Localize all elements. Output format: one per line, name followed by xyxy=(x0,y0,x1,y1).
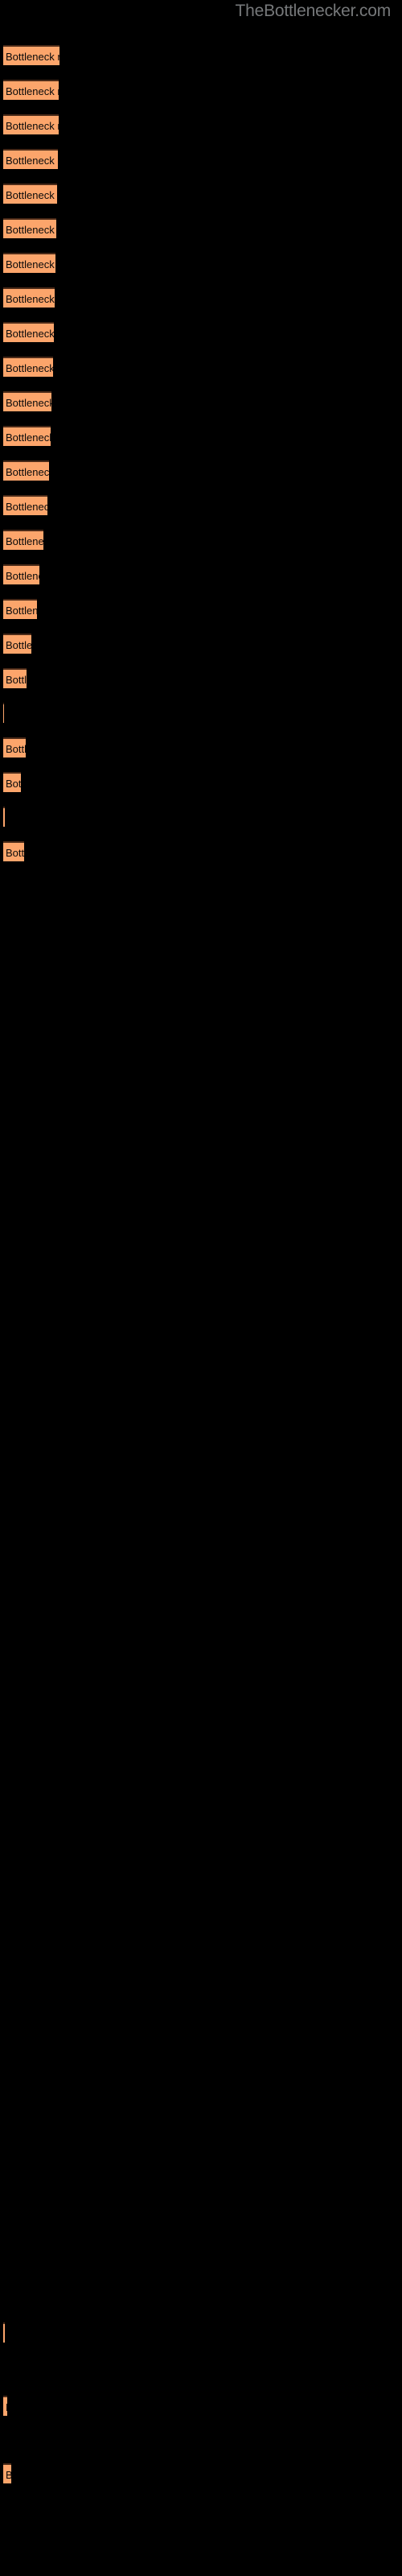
bar-label: Bottleneck result xyxy=(6,85,59,97)
bar-row[interactable]: Bottleneck result xyxy=(3,564,39,584)
bar-row[interactable]: Bottleneck result xyxy=(3,599,37,619)
bar-label: Bottleneck result xyxy=(6,258,55,270)
bar-row[interactable]: Bottleneck result xyxy=(3,218,56,238)
bar[interactable]: Bottleneck result xyxy=(3,2396,7,2416)
bar[interactable]: Bottleneck result xyxy=(3,2322,5,2343)
bar[interactable]: Bottleneck result xyxy=(3,426,51,446)
bar-row[interactable]: Bottleneck result xyxy=(3,668,27,688)
bar-row[interactable]: Bottleneck result xyxy=(3,530,43,550)
bar-label: Bottleneck result xyxy=(6,328,54,340)
bar[interactable]: Bottleneck result xyxy=(3,703,4,723)
bar[interactable]: Bottleneck result xyxy=(3,460,49,481)
bar[interactable]: Bottleneck result xyxy=(3,184,57,204)
bar-row[interactable]: Bottleneck result xyxy=(3,2396,7,2416)
bar-label: Bottleneck result xyxy=(6,189,57,201)
bar-row[interactable]: Bottleneck result xyxy=(3,80,59,100)
bar[interactable]: Bottleneck result xyxy=(3,287,55,308)
bar-label: Bottleneck result xyxy=(6,847,24,859)
bar[interactable]: Bottleneck result xyxy=(3,530,43,550)
bar-label: Bottleneck result xyxy=(6,362,53,374)
bar-row[interactable]: Bottleneck result xyxy=(3,391,51,411)
bar-label: Bottleneck result xyxy=(6,570,39,582)
bar-label: Bottleneck result xyxy=(6,778,21,790)
bar-row[interactable]: Bottleneck result xyxy=(3,634,31,654)
bar-label: Bottleneck result xyxy=(6,120,59,132)
bar[interactable]: Bottleneck result xyxy=(3,218,56,238)
bar[interactable]: Bottleneck result xyxy=(3,634,31,654)
bar[interactable]: Bottleneck result xyxy=(3,807,5,827)
bar[interactable]: Bottleneck result xyxy=(3,149,58,169)
bar[interactable]: Bottleneck result xyxy=(3,841,24,861)
bar[interactable]: Bottleneck result xyxy=(3,45,59,65)
bar-row[interactable]: Bottleneck result xyxy=(3,460,49,481)
bar[interactable]: Bottleneck result xyxy=(3,253,55,273)
bar-row[interactable]: Bottleneck result xyxy=(3,287,55,308)
bar[interactable]: Bottleneck result xyxy=(3,668,27,688)
bar-label: Bottleneck result xyxy=(6,51,59,63)
bar-row[interactable]: Bottleneck result xyxy=(3,45,59,65)
bar-label: Bottleneck result xyxy=(6,397,51,409)
bar[interactable]: Bottleneck result xyxy=(3,599,37,619)
bar-row[interactable]: Bottleneck result xyxy=(3,426,51,446)
bar-row[interactable]: Bottleneck result xyxy=(3,495,47,515)
bar-row[interactable]: Bottleneck result xyxy=(3,841,24,861)
bar-label: Bottleneck result xyxy=(6,431,51,444)
bar[interactable]: Bottleneck result xyxy=(3,2463,11,2483)
bar-row[interactable]: Bottleneck result xyxy=(3,357,53,377)
bar-row[interactable]: Bottleneck result xyxy=(3,737,26,758)
bar-label: Bottleneck result xyxy=(6,466,49,478)
bar-row[interactable]: Bottleneck result xyxy=(3,253,55,273)
bar-row[interactable]: Bottleneck result xyxy=(3,772,21,792)
bar-label: Bottleneck result xyxy=(6,674,27,686)
bar[interactable]: Bottleneck result xyxy=(3,322,54,342)
bar[interactable]: Bottleneck result xyxy=(3,391,51,411)
bar-label: Bottleneck result xyxy=(6,224,56,236)
bar[interactable]: Bottleneck result xyxy=(3,495,47,515)
bar-label: Bottleneck result xyxy=(6,2400,7,2416)
bar-row[interactable]: Bottleneck result xyxy=(3,807,5,827)
bar-label: Bottleneck result xyxy=(6,743,26,755)
bar-row[interactable]: Bottleneck result xyxy=(3,149,58,169)
bar-label: Bottleneck result xyxy=(6,639,31,651)
bar-row[interactable]: Bottleneck result xyxy=(3,703,4,723)
bar-label: Bottleneck result xyxy=(6,605,37,617)
bar[interactable]: Bottleneck result xyxy=(3,772,21,792)
bar-row[interactable]: Bottleneck result xyxy=(3,322,54,342)
bar-label: Bottleneck result xyxy=(6,535,43,547)
bar-row[interactable]: Bottleneck result xyxy=(3,2463,11,2483)
bar-row[interactable]: Bottleneck result xyxy=(3,114,59,134)
bar[interactable]: Bottleneck result xyxy=(3,80,59,100)
bar-label: Bottleneck result xyxy=(6,155,58,167)
bar-label: Bottleneck result xyxy=(6,501,47,513)
bar[interactable]: Bottleneck result xyxy=(3,564,39,584)
bar-chart-plot-area: Bottleneck result Bottleneck result Bottle… xyxy=(0,0,402,2576)
bar-label: Bottleneck result xyxy=(6,293,55,305)
bar[interactable]: Bottleneck result xyxy=(3,357,53,377)
bar-label: Bottleneck result xyxy=(6,2467,11,2483)
bar[interactable]: Bottleneck result xyxy=(3,737,26,758)
bar-row[interactable]: Bottleneck result xyxy=(3,2322,5,2343)
bar-row[interactable]: Bottleneck result xyxy=(3,184,57,204)
bar[interactable]: Bottleneck result xyxy=(3,114,59,134)
